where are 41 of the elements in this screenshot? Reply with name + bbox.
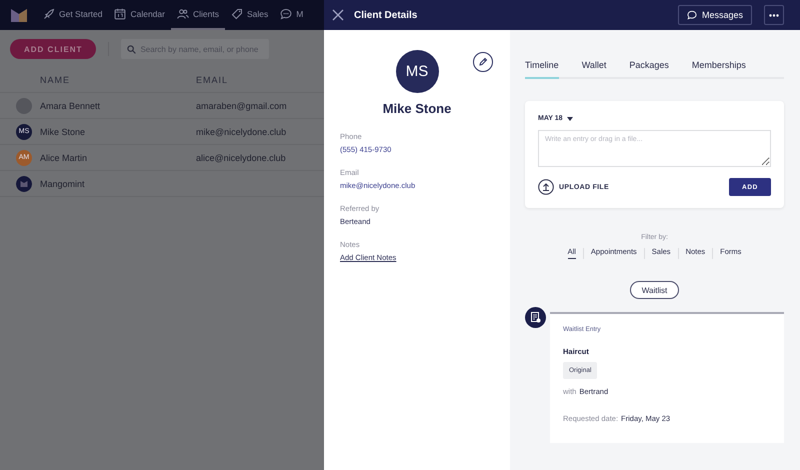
tab[interactable]: Memberships [692, 60, 746, 79]
upload-icon [538, 179, 554, 195]
tab[interactable]: Wallet [582, 60, 606, 79]
chat-bubble-icon [686, 10, 697, 20]
photo-placeholder [16, 98, 32, 114]
clipboard-icon [525, 307, 546, 328]
nav-label: Clients [192, 9, 219, 19]
client-name: Mike Stone [382, 101, 452, 116]
caret-icon [566, 116, 573, 120]
pencil-icon [478, 57, 488, 67]
tab[interactable]: Packages [629, 60, 669, 79]
people-icon [176, 8, 189, 20]
calendar-icon [114, 8, 126, 20]
nav-tab[interactable]: Clients [170, 0, 225, 30]
nav-tab[interactable]: Sales [224, 0, 274, 30]
messages-button[interactable]: Messages [678, 5, 752, 25]
drawer-title: Client Details [354, 10, 418, 20]
close-icon[interactable] [332, 9, 344, 21]
column-header: EMAIL [196, 75, 230, 85]
chat-bubble-icon [280, 8, 292, 20]
nav-label: Calendar [130, 9, 165, 19]
client-email: alice@nicelydone.club [196, 152, 287, 162]
nav-label: M [296, 9, 304, 19]
client-avatar: MS [396, 50, 438, 93]
client-email: mike@nicelydone.club [196, 126, 288, 136]
rocket-icon [43, 8, 55, 20]
more-button[interactable] [764, 5, 784, 25]
nav-tab[interactable]: Get Started [37, 0, 108, 30]
waitlist-button[interactable]: Waitlist [630, 281, 680, 299]
column-header: NAME [39, 75, 72, 85]
logo-avatar-icon [16, 176, 32, 192]
client-email: amaraben@gmail.com [196, 100, 288, 110]
nav-tab[interactable]: M [274, 0, 310, 30]
nav-tab[interactable]: Calendar [108, 0, 171, 30]
nav-label: Sales [246, 9, 268, 19]
edit-button[interactable] [473, 52, 493, 72]
nav-label: Get Started [59, 9, 102, 19]
more-icon [769, 14, 779, 16]
tab[interactable]: Timeline [525, 60, 559, 79]
tag-icon [230, 8, 243, 20]
logo-icon[interactable] [11, 8, 27, 22]
